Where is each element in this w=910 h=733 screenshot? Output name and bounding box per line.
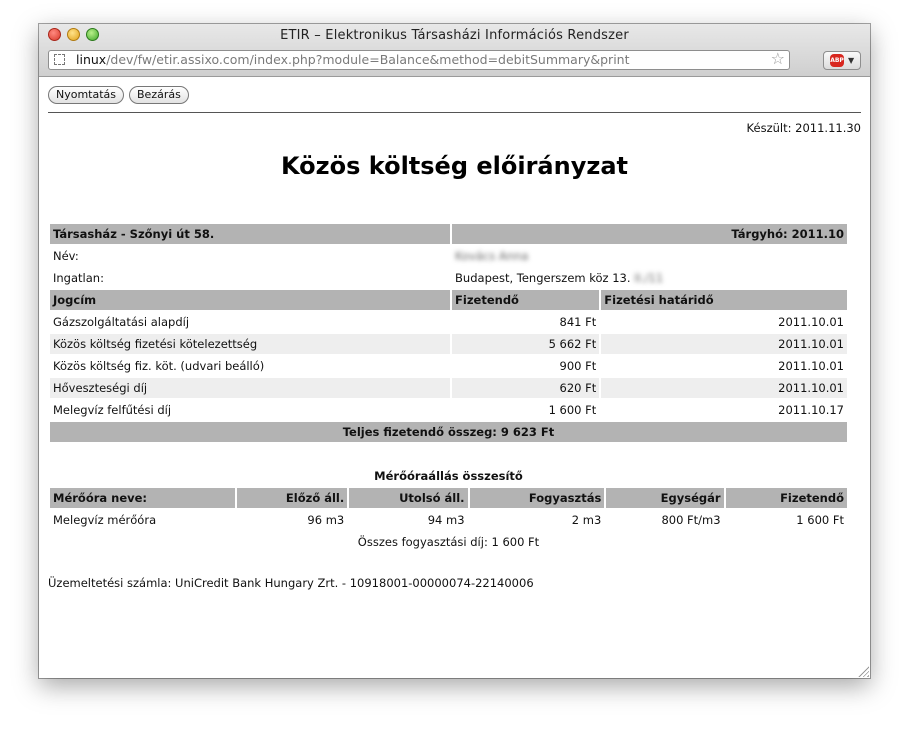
url-host: linux [76,52,107,67]
property-address: Budapest, Tengerszem köz 13. [455,271,631,285]
url-path: /dev/fw/etir.assixo.com/index.php?module… [106,52,630,67]
column-header: Előző áll. [237,488,348,508]
owner-row: Név: Kovács Anna [50,246,847,266]
billing-month: Tárgyhó: 2011.10 [452,224,847,244]
charge-due-date: 2011.10.01 [601,334,847,354]
page-content: Nyomtatás Bezárás Készült: 2011.11.30 Kö… [39,77,870,678]
table-row: Közös költség fizetési kötelezettség 5 6… [50,334,847,354]
meters-total: Összes fogyasztási díj: 1 600 Ft [357,535,540,549]
operating-account: Üzemeltetési számla: UniCredit Bank Hung… [48,576,534,590]
table-row: Gázszolgáltatási alapdíj 841 Ft 2011.10.… [50,312,847,332]
charge-title: Hőveszteségi díj [50,378,451,398]
address-bar[interactable]: linux/dev/fw/etir.assixo.com/index.php?m… [48,50,790,70]
owner-name: Kovács Anna [455,249,529,263]
chevron-down-icon: ▼ [848,56,855,65]
charge-amount: 1 600 Ft [548,403,597,417]
meters-title: Mérőóraállás összesítő [374,469,523,483]
column-header: Fogyasztás [469,488,605,508]
url-text: linux/dev/fw/etir.assixo.com/index.php?m… [76,51,630,69]
table-row: Melegvíz felfűtési díj 1 600 Ft 2011.10.… [50,400,847,420]
house-name: Társasház - Szőnyi út 58. [50,224,451,244]
title-bar: ETIR – Elektronikus Társasházi Informáci… [39,24,870,77]
charges-header-row: Jogcím Fizetendő Fizetési határidő [50,290,847,310]
column-header: Mérőóra neve: [50,488,236,508]
charge-title: Gázszolgáltatási alapdíj [53,315,190,329]
divider [48,112,861,113]
charge-amount: 900 Ft [559,359,597,373]
meter-usage: 2 m3 [571,513,602,527]
table-row: Hőveszteségi díj 620 Ft 2011.10.01 [50,378,847,398]
column-header: Fizetési határidő [601,290,847,310]
charge-due-date: 2011.10.01 [778,315,844,329]
charge-title: Közös költség fizetési kötelezettség [50,334,451,354]
column-header: Jogcím [50,290,451,310]
created-date: Készült: 2011.11.30 [746,121,861,135]
property-row: Ingatlan: Budapest, Tengerszem köz 13. I… [50,268,847,288]
name-label: Név: [53,249,79,263]
adblock-icon: ABP [830,54,844,67]
charges-table: Társasház - Szőnyi út 58. Tárgyhó: 2011.… [48,222,849,444]
adblock-button[interactable]: ABP ▼ [823,51,861,70]
page-icon [54,54,65,65]
charges-total-row: Teljes fizetendő összeg: 9 623 Ft [50,422,847,442]
column-header: Fizetendő [725,488,847,508]
charge-due-date: 2011.10.01 [778,359,844,373]
property-unit: II./11 [634,271,664,285]
charge-due-date: 2011.10.01 [601,378,847,398]
bookmark-star-icon[interactable]: ☆ [771,51,785,68]
meters-header-row: Mérőóra neve: Előző áll. Utolsó áll. Fog… [50,488,847,508]
page-title: Közös költség előirányzat [281,152,628,180]
charge-due-date: 2011.10.17 [778,403,844,417]
charge-amount: 620 Ft [452,378,600,398]
meter-last-reading: 94 m3 [427,513,465,527]
charge-title: Közös költség fiz. köt. (udvari beálló) [53,359,265,373]
meters-total-row: Összes fogyasztási díj: 1 600 Ft [50,532,847,552]
window-title: ETIR – Elektronikus Társasházi Informáci… [280,28,629,43]
meters-table: Mérőóraállás összesítő Mérőóra neve: Elő… [48,464,849,554]
charge-title: Melegvíz felfűtési díj [53,403,172,417]
meter-unit-price: 800 Ft/m3 [661,513,721,527]
column-header: Fizetendő [452,290,600,310]
house-header-row: Társasház - Szőnyi út 58. Tárgyhó: 2011.… [50,224,847,244]
meters-title-row: Mérőóraállás összesítő [50,466,847,486]
meter-amount: 1 600 Ft [796,513,844,527]
print-button[interactable]: Nyomtatás [48,86,125,104]
table-row: Melegvíz mérőóra 96 m3 94 m3 2 m3 800 Ft… [50,510,847,530]
property-label: Ingatlan: [53,271,104,285]
meter-name: Melegvíz mérőóra [53,513,157,527]
column-header: Egységár [606,488,724,508]
meter-previous-reading: 96 m3 [307,513,345,527]
charge-amount: 5 662 Ft [452,334,600,354]
close-button[interactable]: Bezárás [129,86,189,104]
charge-amount: 841 Ft [559,315,597,329]
charges-total: Teljes fizetendő összeg: 9 623 Ft [50,422,847,442]
column-header: Utolsó áll. [349,488,468,508]
table-row: Közös költség fiz. köt. (udvari beálló) … [50,356,847,376]
browser-window: ETIR – Elektronikus Társasházi Informáci… [39,24,870,678]
